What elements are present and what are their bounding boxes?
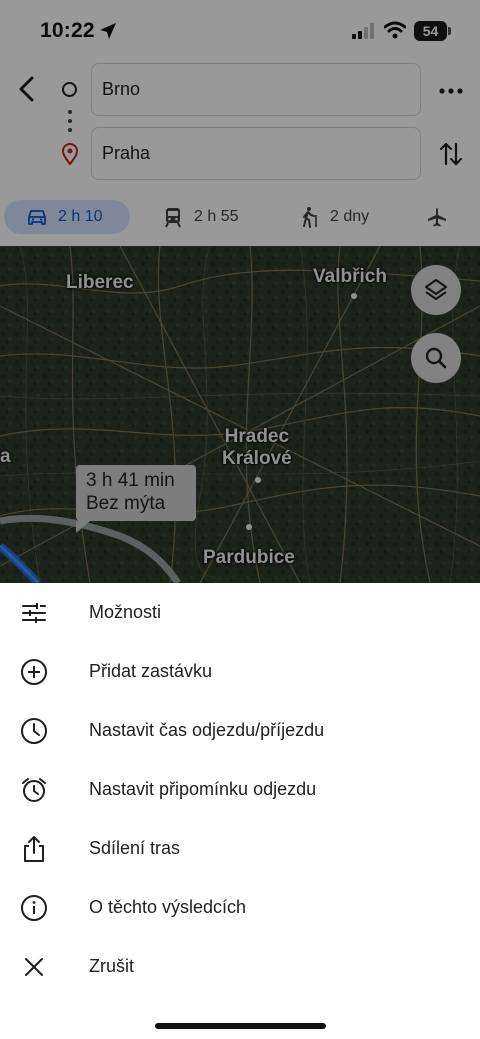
menu-label-set-reminder: Nastavit připomínku odjezdu bbox=[89, 779, 317, 799]
alarm-icon bbox=[22, 777, 46, 802]
menu-item-cancel[interactable]: Zrušit bbox=[0, 937, 480, 996]
home-indicator[interactable] bbox=[155, 1023, 326, 1029]
menu-item-add-stop[interactable]: Přidat zastávku bbox=[0, 642, 480, 701]
menu-item-about[interactable]: O těchto výsledcích bbox=[0, 878, 480, 937]
menu-label-add-stop: Přidat zastávku bbox=[89, 661, 213, 681]
share-icon bbox=[24, 835, 44, 862]
info-icon bbox=[21, 894, 47, 921]
tune-icon bbox=[22, 602, 46, 623]
options-sheet: Možnosti Přidat zastávku Nastavit čas od… bbox=[0, 583, 480, 1039]
close-icon bbox=[25, 957, 43, 976]
menu-item-set-reminder[interactable]: Nastavit připomínku odjezdu bbox=[0, 760, 480, 819]
menu-item-set-time[interactable]: Nastavit čas odjezdu/příjezdu bbox=[0, 701, 480, 760]
modal-backdrop[interactable] bbox=[0, 0, 480, 583]
menu-label-cancel: Zrušit bbox=[89, 956, 134, 976]
menu-label-options: Možnosti bbox=[89, 602, 162, 622]
menu-item-options[interactable]: Možnosti bbox=[0, 583, 480, 642]
menu-label-share: Sdílení tras bbox=[89, 838, 181, 858]
menu-label-set-time: Nastavit čas odjezdu/příjezdu bbox=[89, 720, 325, 740]
menu-label-about: O těchto výsledcích bbox=[89, 897, 247, 917]
clock-icon bbox=[21, 717, 47, 744]
add-circle-icon bbox=[21, 658, 47, 685]
menu-item-share[interactable]: Sdílení tras bbox=[0, 819, 480, 878]
